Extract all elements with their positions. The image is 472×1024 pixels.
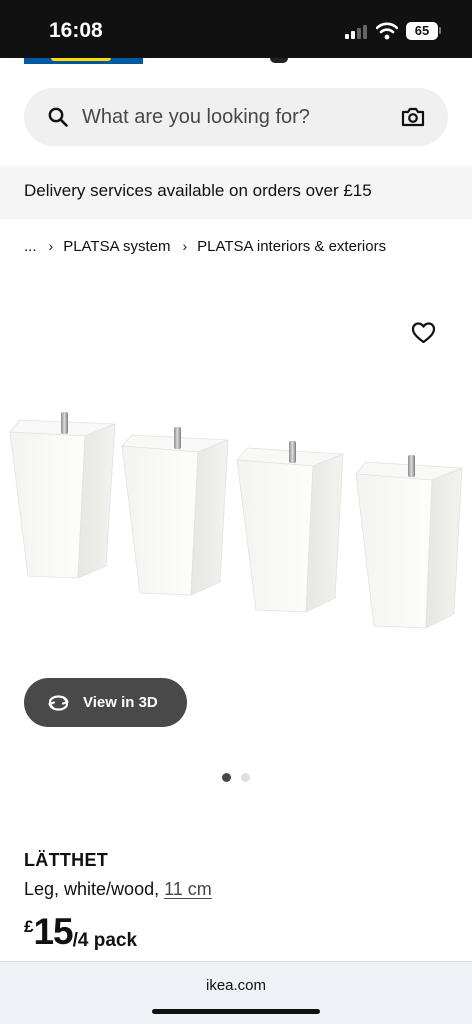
home-indicator[interactable] [152, 1009, 320, 1014]
breadcrumb: ... › PLATSA system › PLATSA interiors &… [24, 236, 386, 256]
browser-url[interactable]: ikea.com [0, 977, 472, 994]
price-unit: /4 pack [72, 930, 138, 951]
heart-icon[interactable] [411, 321, 436, 345]
battery-indicator: 65 [406, 22, 438, 40]
ikea-logo[interactable] [24, 58, 143, 64]
product-description: Leg, white/wood, 11 cm [24, 879, 212, 900]
search-input[interactable] [82, 88, 382, 146]
status-bar: 16:08 65 [0, 0, 472, 58]
product-size-link[interactable]: 11 cm [164, 879, 212, 899]
price-currency: £ [24, 917, 34, 936]
product-leg [9, 412, 116, 579]
product-name: LÄTTHET [24, 850, 109, 870]
product-leg [121, 427, 229, 596]
view-in-3d-button[interactable]: View in 3D [24, 678, 187, 727]
carousel-dot[interactable] [241, 773, 250, 782]
search-icon [48, 107, 68, 127]
breadcrumb-item-platsa-system[interactable]: PLATSA system [63, 238, 170, 255]
status-time: 16:08 [49, 19, 103, 42]
breadcrumb-item-platsa-interiors[interactable]: PLATSA interiors & exteriors [197, 238, 386, 255]
price-value: 15 [33, 911, 73, 952]
breadcrumb-separator: › [48, 238, 54, 254]
image-carousel-dots [222, 773, 250, 782]
product-type: Leg, white/wood, [24, 879, 160, 899]
product-image[interactable] [0, 380, 472, 690]
camera-icon[interactable] [401, 106, 425, 128]
browser-address-bar[interactable]: ikea.com [0, 961, 472, 1024]
rotate-3d-icon [48, 694, 69, 711]
carousel-dot-active[interactable] [222, 773, 231, 782]
product-leg [355, 455, 463, 629]
delivery-banner-text: Delivery services available on orders ov… [24, 181, 372, 200]
breadcrumb-separator: › [182, 238, 188, 254]
search-bar[interactable] [24, 88, 448, 146]
wifi-icon [376, 22, 398, 40]
view-in-3d-label: View in 3D [83, 694, 158, 711]
header-icon-partial [270, 58, 288, 63]
signal-icon [345, 25, 367, 39]
breadcrumb-item-ellipsis[interactable]: ... [24, 238, 37, 255]
product-leg [236, 441, 344, 613]
product-price: £ 15 /4 pack [24, 912, 137, 952]
battery-nub [439, 27, 441, 34]
delivery-banner[interactable]: Delivery services available on orders ov… [0, 166, 472, 219]
